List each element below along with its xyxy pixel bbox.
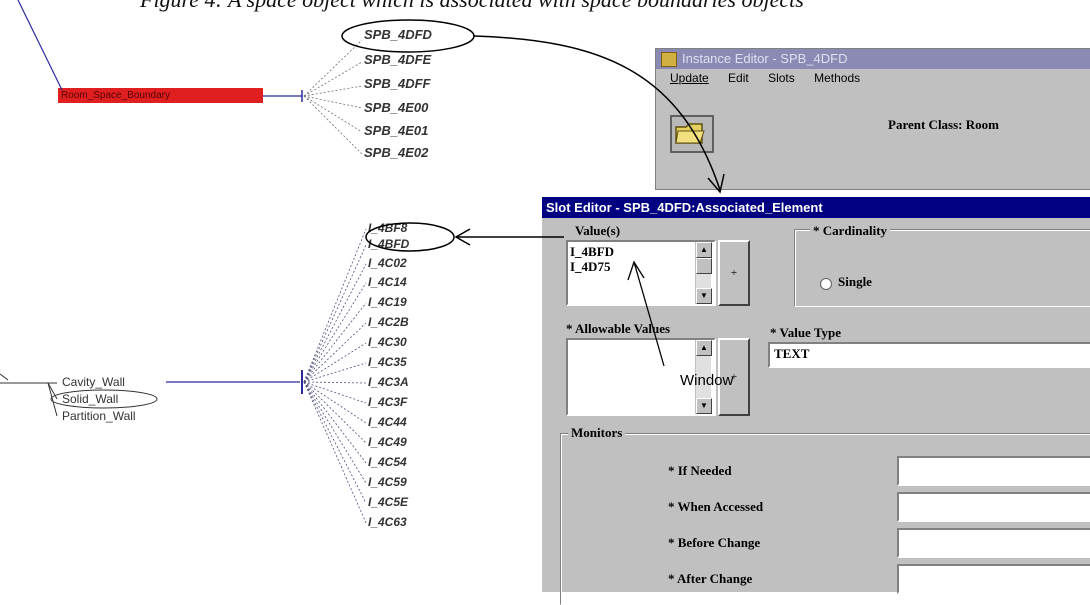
diagram-connectors (0, 0, 725, 524)
